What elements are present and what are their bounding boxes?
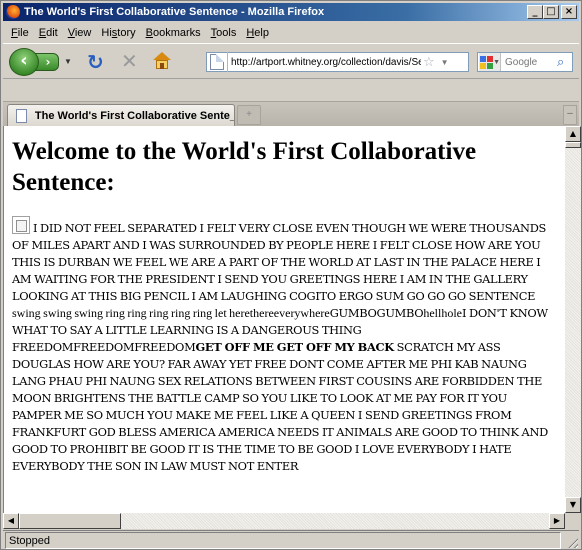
menu-edit[interactable]: Edit [35,27,64,39]
scroll-up-button[interactable]: ▲ [565,126,581,142]
resize-grip-icon[interactable] [566,536,578,548]
history-dropdown-icon[interactable]: ▼ [64,57,72,66]
scroll-down-button[interactable]: ▼ [565,497,581,513]
menu-tools[interactable]: Tools [207,27,243,39]
address-bar[interactable]: http://artport.whitney.org/collection/da… [206,52,469,72]
sentence-text: GUMBOGUMBO [329,306,424,320]
status-bar: Stopped [3,530,579,549]
new-tab-button[interactable]: + [237,105,261,125]
collaborative-sentence: I DID NOT FEEL SEPARATED I FELT VERY CLO… [12,216,557,475]
scroll-right-button[interactable]: ▶ [549,513,565,529]
menu-label: Hi [101,26,112,39]
window-title: The World's First Collaborative Sentence… [24,6,325,18]
scroll-left-button[interactable]: ◀ [3,513,19,529]
home-button[interactable] [153,52,171,70]
browser-window: The World's First Collaborative Sentence… [0,0,582,550]
title-bar: The World's First Collaborative Sentence… [3,3,579,21]
menu-history[interactable]: History [97,27,141,39]
home-icon-door [160,63,164,69]
url-separator [227,52,228,72]
page-heading: Welcome to the World's First Collaborati… [12,138,477,196]
bookmark-star-icon[interactable]: ☆ [423,55,435,70]
search-input[interactable] [505,56,555,68]
tab-title: The World's First Collaborative Sente_ [34,109,234,122]
scrollbar-corner [565,513,581,529]
menu-label: ools [216,26,237,39]
menu-file[interactable]: File [7,27,35,39]
firefox-logo-icon [6,5,20,19]
menu-label: ookmarks [152,26,201,39]
page-icon [210,54,224,70]
vertical-scroll-thumb[interactable] [565,142,581,148]
sentence-text: swing swing swing ring ring ring ring ri… [12,306,330,320]
menu-accel: V [67,26,75,39]
status-text: Stopped [5,531,561,549]
engine-dropdown-icon: ▼ [493,58,500,66]
home-icon [153,52,171,60]
menu-bookmarks[interactable]: Bookmarks [142,27,207,39]
minimize-button[interactable]: _ [527,5,543,19]
magnifier-icon[interactable]: ⌕ [557,55,564,70]
page-content: Welcome to the World's First Collaborati… [3,126,565,513]
menu-label: iew [74,26,92,39]
horizontal-scroll-thumb[interactable] [19,513,121,529]
back-button[interactable]: ‹ [9,48,39,76]
window-controls: _ □ × [527,5,577,19]
close-button[interactable]: × [561,5,577,19]
menu-accel: F [11,26,18,39]
sentence-text: I DID NOT FEEL SEPARATED I FELT VERY CLO… [12,221,547,303]
url-dropdown-icon[interactable]: ▼ [441,58,449,67]
tab-list-button[interactable]: – [563,105,577,125]
menu-accel: B [145,26,153,39]
menu-label: tory [117,26,136,39]
url-input[interactable]: http://artport.whitney.org/collection/da… [231,57,421,68]
tab-strip: The World's First Collaborative Sente_ +… [3,80,579,126]
menu-label: elp [254,26,269,39]
menu-label: ile [17,26,29,39]
sentence-bold-text: GET OFF ME GET OFF MY BACK [195,340,394,354]
menu-bar: File Edit View History Bookmarks Tools H… [3,23,579,42]
menu-label: dit [46,26,58,39]
tab-active[interactable]: The World's First Collaborative Sente_ [7,104,235,126]
menu-accel: E [38,26,47,39]
vertical-scrollbar[interactable]: ▲ ▼ [565,126,581,513]
reload-button[interactable]: ↻ [87,51,104,73]
broken-image-icon [12,216,30,234]
horizontal-scrollbar[interactable]: ◀ ▶ [3,513,565,529]
menu-help[interactable]: Help [242,27,275,39]
maximize-button[interactable]: □ [543,5,559,19]
stop-button[interactable]: ✕ [121,50,138,72]
navigation-toolbar: › ‹ ▼ ↻ ✕ http://artport.whitney.org/col… [3,43,579,79]
menu-view[interactable]: View [64,27,98,39]
sentence-text: hellhole [423,306,462,320]
google-icon [480,55,493,69]
search-bar: ▼ ⌕ [477,52,573,72]
sentence-text: SCRATCH MY ASS DOUGLAS HOW ARE YOU? FAR … [12,340,548,473]
search-engine-selector[interactable]: ▼ [479,53,501,71]
page-icon [16,108,27,123]
